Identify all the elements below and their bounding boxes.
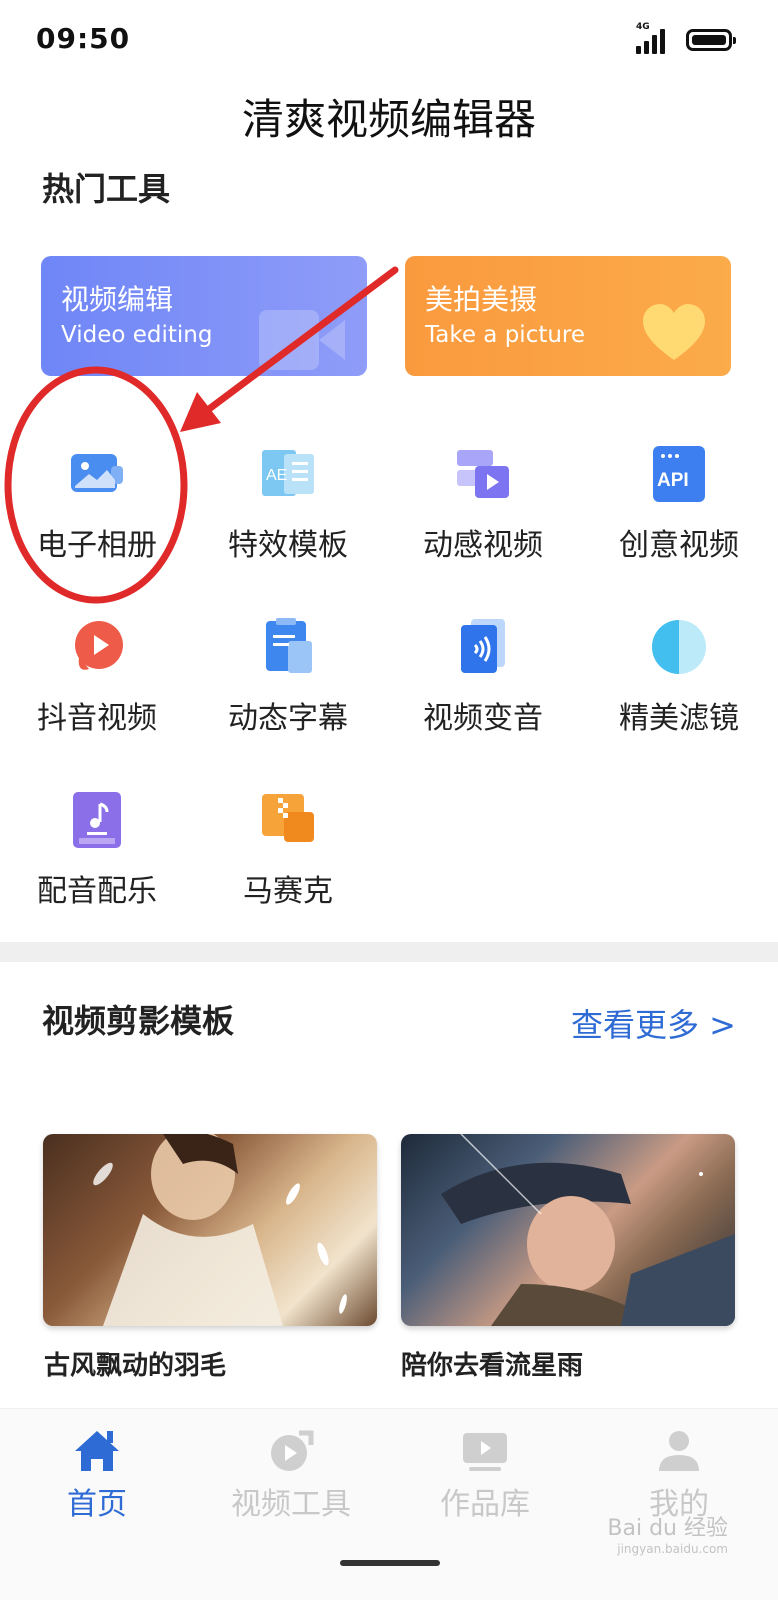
app-title: 清爽视频编辑器 xyxy=(241,95,536,144)
nav-works[interactable]: 作品库 xyxy=(410,1429,560,1522)
profile-icon xyxy=(659,1431,699,1471)
status-time: 09:50 xyxy=(36,22,131,55)
tool-creative-video[interactable]: API 创意视频 xyxy=(604,444,754,574)
watermark-sub: jingyan.baidu.com xyxy=(617,1542,728,1556)
nav-home[interactable]: 首页 xyxy=(22,1429,172,1522)
tool-label: 特效模板 xyxy=(228,528,348,563)
svg-text:API: API xyxy=(657,470,689,491)
mosaic-icon xyxy=(262,794,314,842)
template-image xyxy=(93,1134,347,1326)
video-editing-subtitle: Video editing xyxy=(61,322,213,348)
ae-template-icon: AE xyxy=(262,450,314,496)
signal-icon: 4G xyxy=(636,22,670,54)
api-icon: API xyxy=(653,446,705,502)
tool-dynamic-subtitle[interactable]: 动态字幕 xyxy=(213,617,363,747)
play-bubble-icon xyxy=(75,621,123,670)
subtitle-icon xyxy=(266,618,312,673)
see-more-link[interactable]: 查看更多 > xyxy=(571,1000,736,1046)
tool-label: 动感视频 xyxy=(423,528,543,563)
svg-text:AE: AE xyxy=(266,467,287,484)
network-type: 4G xyxy=(636,22,650,32)
watermark-text: Bai du 经验 xyxy=(607,1516,728,1541)
hot-tools-title: 热门工具 xyxy=(42,170,171,208)
template-thumbnail-feather[interactable] xyxy=(43,1134,377,1326)
nav-profile[interactable]: 我的 xyxy=(604,1429,754,1522)
nav-label: 作品库 xyxy=(440,1487,530,1522)
motion-video-icon xyxy=(457,450,509,498)
status-icons: 4G xyxy=(636,22,736,54)
tool-label: 精美滤镜 xyxy=(619,701,739,736)
tool-motion-video[interactable]: 动感视频 xyxy=(408,444,558,574)
tool-label: 视频变音 xyxy=(423,701,543,736)
tool-label: 创意视频 xyxy=(619,528,739,563)
tool-filter[interactable]: 精美滤镜 xyxy=(604,617,754,747)
tool-voice-change[interactable]: 视频变音 xyxy=(408,617,558,747)
photo-album-icon xyxy=(71,454,123,492)
take-picture-card[interactable]: 美拍美摄 Take a picture xyxy=(405,256,731,376)
nav-video-tools[interactable]: 视频工具 xyxy=(216,1429,366,1522)
voice-change-icon xyxy=(461,619,505,673)
tool-label: 动态字幕 xyxy=(228,701,348,736)
tool-label: 电子相册 xyxy=(37,528,157,563)
template-name: 古风飘动的羽毛 xyxy=(44,1351,227,1381)
tool-label: 配音配乐 xyxy=(37,874,157,909)
take-picture-title: 美拍美摄 xyxy=(425,283,538,316)
status-bar: 09:50 4G xyxy=(0,0,778,80)
template-name: 陪你去看流星雨 xyxy=(401,1351,584,1381)
tool-mosaic[interactable]: 马赛克 xyxy=(213,790,363,920)
template-image xyxy=(441,1134,735,1326)
heart-icon xyxy=(643,304,705,360)
works-icon xyxy=(463,1433,507,1471)
nav-label: 视频工具 xyxy=(231,1487,351,1522)
tool-dubbing-music[interactable]: 配音配乐 xyxy=(22,790,172,920)
tool-photo-album[interactable]: 电子相册 xyxy=(22,444,172,574)
take-picture-subtitle: Take a picture xyxy=(425,322,586,348)
battery-icon xyxy=(686,29,736,51)
tool-label: 抖音视频 xyxy=(37,701,157,736)
video-editing-title: 视频编辑 xyxy=(61,283,174,316)
section-divider xyxy=(0,942,778,962)
templates-title: 视频剪影模板 xyxy=(42,1002,235,1040)
annotation-arrow-head xyxy=(180,392,221,432)
video-tools-icon xyxy=(271,1430,314,1471)
filter-icon xyxy=(652,620,706,674)
tool-douyin-video[interactable]: 抖音视频 xyxy=(22,617,172,747)
tool-label: 马赛克 xyxy=(243,874,333,909)
nav-label: 首页 xyxy=(67,1487,127,1522)
template-thumbnail-meteor[interactable] xyxy=(401,1134,735,1326)
tool-effect-template[interactable]: AE 特效模板 xyxy=(213,444,363,574)
music-note-icon xyxy=(73,792,121,848)
bottom-nav: 首页 视频工具 作品库 我的 xyxy=(0,1408,778,1600)
home-indicator xyxy=(340,1560,440,1566)
video-editing-card[interactable]: 视频编辑 Video editing xyxy=(41,256,367,376)
home-icon xyxy=(75,1431,119,1471)
watermark: Bai du 经验 jingyan.baidu.com xyxy=(607,1510,728,1556)
video-camera-icon xyxy=(259,310,345,370)
